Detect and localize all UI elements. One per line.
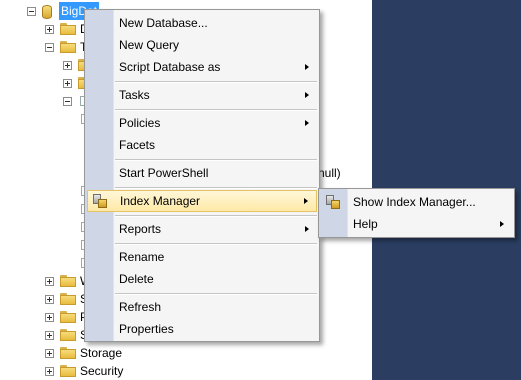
expand-icon[interactable] — [45, 367, 54, 376]
menu-separator — [115, 187, 317, 189]
menu-separator — [115, 159, 317, 161]
index-manager-icon — [92, 193, 108, 209]
menu-item-script-database-as[interactable]: Script Database as — [85, 56, 319, 78]
menu-item-label: Start PowerShell — [119, 166, 209, 180]
menu-item-new-database[interactable]: New Database... — [85, 12, 319, 34]
menu-item-label: Tasks — [119, 88, 150, 102]
folder-icon — [60, 293, 76, 305]
menu-item-label: Index Manager — [120, 194, 201, 208]
folder-icon — [60, 347, 76, 359]
menu-separator — [115, 215, 317, 217]
tree-node-storage[interactable]: Storage — [0, 344, 160, 362]
menu-item-reports[interactable]: Reports — [85, 218, 319, 240]
submenu-arrow-icon — [500, 221, 504, 227]
folder-icon — [60, 41, 76, 53]
collapse-icon[interactable] — [63, 97, 72, 106]
menu-item-delete[interactable]: Delete — [85, 268, 319, 290]
context-menu: New Database... New Query Script Databas… — [84, 9, 320, 342]
menu-item-label: Show Index Manager... — [353, 195, 476, 209]
menu-item-label: Reports — [119, 222, 162, 236]
submenu-arrow-icon — [305, 226, 309, 232]
submenu-arrow-icon — [305, 92, 309, 98]
menu-item-label: Properties — [119, 322, 174, 336]
menu-separator — [115, 81, 317, 83]
tree-node-label: Storage — [80, 346, 123, 360]
menu-item-start-powershell[interactable]: Start PowerShell — [85, 162, 319, 184]
menu-item-policies[interactable]: Policies — [85, 112, 319, 134]
index-manager-icon — [325, 194, 341, 210]
menu-item-label: Script Database as — [119, 60, 221, 74]
submenu-arrow-icon — [304, 198, 308, 204]
menu-item-facets[interactable]: Facets — [85, 134, 319, 156]
collapse-icon[interactable] — [27, 7, 36, 16]
database-icon — [42, 5, 52, 19]
menu-item-rename[interactable]: Rename — [85, 246, 319, 268]
menu-item-properties[interactable]: Properties — [85, 318, 319, 340]
expand-icon[interactable] — [45, 349, 54, 358]
menu-item-label: New Database... — [119, 16, 208, 30]
index-manager-submenu: Show Index Manager... Help — [318, 188, 515, 238]
folder-icon — [60, 23, 76, 35]
expand-icon[interactable] — [45, 295, 54, 304]
folder-icon — [60, 311, 76, 323]
column-type-text: null) — [318, 166, 341, 180]
menu-item-show-index-manager[interactable]: Show Index Manager... — [319, 191, 514, 213]
folder-icon — [60, 329, 76, 341]
menu-item-refresh[interactable]: Refresh — [85, 296, 319, 318]
menu-item-label: Refresh — [119, 300, 162, 314]
expand-icon[interactable] — [63, 79, 72, 88]
menu-separator — [115, 109, 317, 111]
expand-icon[interactable] — [63, 61, 72, 70]
menu-separator — [115, 293, 317, 295]
expand-icon[interactable] — [45, 331, 54, 340]
menu-item-new-query[interactable]: New Query — [85, 34, 319, 56]
menu-item-label: Delete — [119, 272, 154, 286]
menu-item-label: New Query — [119, 38, 180, 52]
expand-icon[interactable] — [45, 277, 54, 286]
expand-icon[interactable] — [45, 25, 54, 34]
menu-item-label: Policies — [119, 116, 161, 130]
folder-icon — [60, 275, 76, 287]
tree-node-security[interactable]: Security — [0, 362, 160, 380]
menu-item-label: Facets — [119, 138, 156, 152]
tree-node-label: Security — [80, 364, 124, 378]
menu-item-tasks[interactable]: Tasks — [85, 84, 319, 106]
folder-icon — [60, 365, 76, 377]
menu-item-help[interactable]: Help — [319, 213, 514, 235]
menu-item-index-manager[interactable]: Index Manager — [87, 190, 317, 212]
menu-item-label: Rename — [119, 250, 165, 264]
submenu-arrow-icon — [305, 120, 309, 126]
menu-item-label: Help — [353, 217, 378, 231]
collapse-icon[interactable] — [45, 43, 54, 52]
expand-icon[interactable] — [45, 313, 54, 322]
submenu-arrow-icon — [305, 64, 309, 70]
menu-separator — [115, 243, 317, 245]
